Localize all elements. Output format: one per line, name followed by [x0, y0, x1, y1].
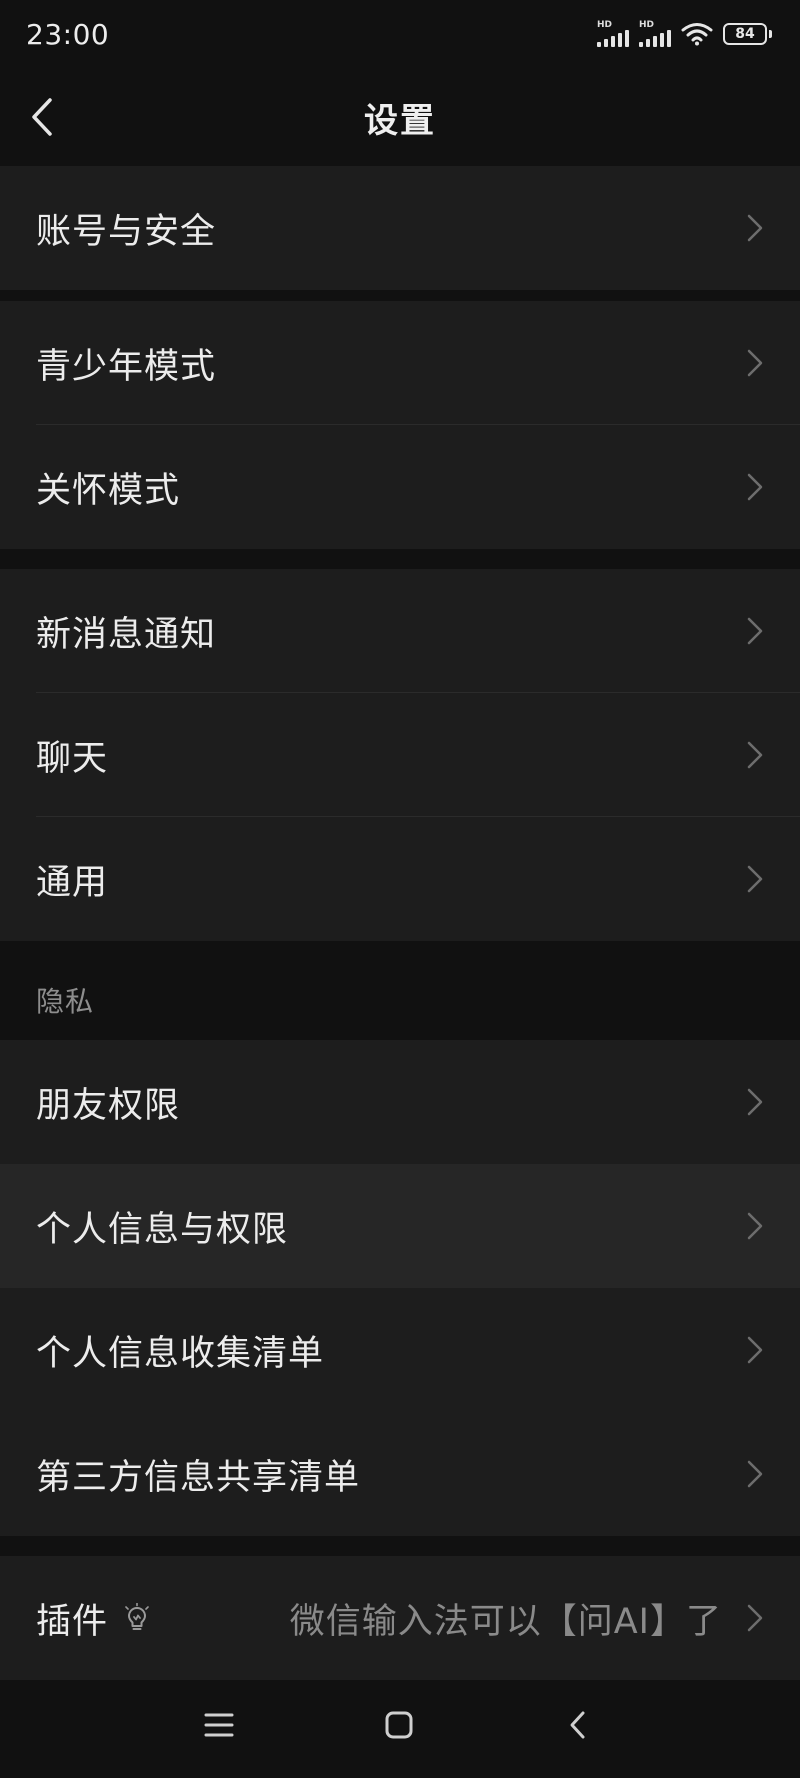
- settings-item-label: 朋友权限: [36, 1085, 181, 1126]
- settings-group-modes: 青少年模式 关怀模式: [0, 301, 800, 549]
- plugin-hint-text: 微信输入法可以【问AI】了: [289, 1601, 722, 1642]
- page-title: 设置: [364, 100, 436, 141]
- settings-item-personal-info-permissions[interactable]: 个人信息与权限: [0, 1164, 800, 1288]
- settings-item-label: 第三方信息共享清单: [36, 1457, 361, 1498]
- lightbulb-icon: [125, 1603, 149, 1630]
- system-navigation-bar: [0, 1680, 800, 1778]
- chevron-right-icon: [747, 1460, 763, 1488]
- settings-group-account: 账号与安全: [0, 166, 800, 290]
- wifi-icon: [681, 23, 713, 46]
- settings-item-label: 个人信息与权限: [36, 1209, 289, 1250]
- chevron-right-icon: [747, 1212, 763, 1240]
- settings-item-label: 关怀模式: [36, 470, 181, 511]
- nav-bar: 设置: [0, 68, 800, 166]
- chevron-right-icon: [747, 865, 763, 893]
- signal-hd-label: HD: [639, 20, 655, 30]
- settings-item-label: 聊天: [36, 738, 109, 779]
- chevron-right-icon: [747, 473, 763, 501]
- battery-level: 84: [735, 26, 755, 42]
- battery-icon: 84: [723, 23, 772, 45]
- settings-item-label: 新消息通知: [36, 614, 217, 655]
- status-bar: 23:00 HD HD 84: [0, 0, 800, 68]
- settings-item-personal-info-collection[interactable]: 个人信息收集清单: [0, 1288, 800, 1412]
- chevron-right-icon: [747, 1604, 763, 1632]
- signal-icon: HD: [639, 21, 671, 47]
- settings-item-care-mode[interactable]: 关怀模式: [0, 425, 800, 549]
- settings-item-label: 插件: [36, 1601, 109, 1642]
- settings-item-label: 账号与安全: [36, 211, 217, 252]
- chevron-right-icon: [747, 1336, 763, 1364]
- settings-item-notifications[interactable]: 新消息通知: [0, 569, 800, 693]
- menu-icon[interactable]: [204, 1712, 234, 1738]
- chevron-left-icon[interactable]: [22, 92, 66, 142]
- settings-item-teen-mode[interactable]: 青少年模式: [0, 301, 800, 425]
- status-time: 23:00: [26, 17, 110, 51]
- home-icon[interactable]: [384, 1710, 414, 1740]
- chevron-right-icon: [747, 741, 763, 769]
- section-label-privacy: 隐私: [36, 985, 95, 1018]
- settings-item-plugins[interactable]: 插件 微信输入法可以【问AI】了: [0, 1556, 800, 1680]
- settings-item-label: 青少年模式: [36, 346, 217, 387]
- chevron-right-icon: [747, 617, 763, 645]
- signal-hd-label: HD: [597, 20, 613, 30]
- settings-item-friend-permissions[interactable]: 朋友权限: [0, 1040, 800, 1164]
- chevron-right-icon: [747, 349, 763, 377]
- settings-group-privacy: 朋友权限 个人信息与权限 个人信息收集清单 第三方信息共享清单: [0, 1040, 800, 1536]
- settings-item-general[interactable]: 通用: [0, 817, 800, 941]
- settings-item-account-security[interactable]: 账号与安全: [0, 166, 800, 290]
- settings-item-third-party-sharing[interactable]: 第三方信息共享清单: [0, 1412, 800, 1536]
- settings-group-general: 新消息通知 聊天 通用: [0, 569, 800, 941]
- settings-item-label: 通用: [36, 862, 109, 903]
- signal-icon: HD: [597, 21, 629, 47]
- back-icon[interactable]: [567, 1710, 589, 1740]
- chevron-right-icon: [747, 1088, 763, 1116]
- settings-item-chat[interactable]: 聊天: [0, 693, 800, 817]
- settings-group-plugin: 插件 微信输入法可以【问AI】了: [0, 1556, 800, 1680]
- chevron-right-icon: [747, 214, 763, 242]
- status-icons: HD HD 84: [597, 21, 772, 47]
- settings-item-label: 个人信息收集清单: [36, 1333, 325, 1374]
